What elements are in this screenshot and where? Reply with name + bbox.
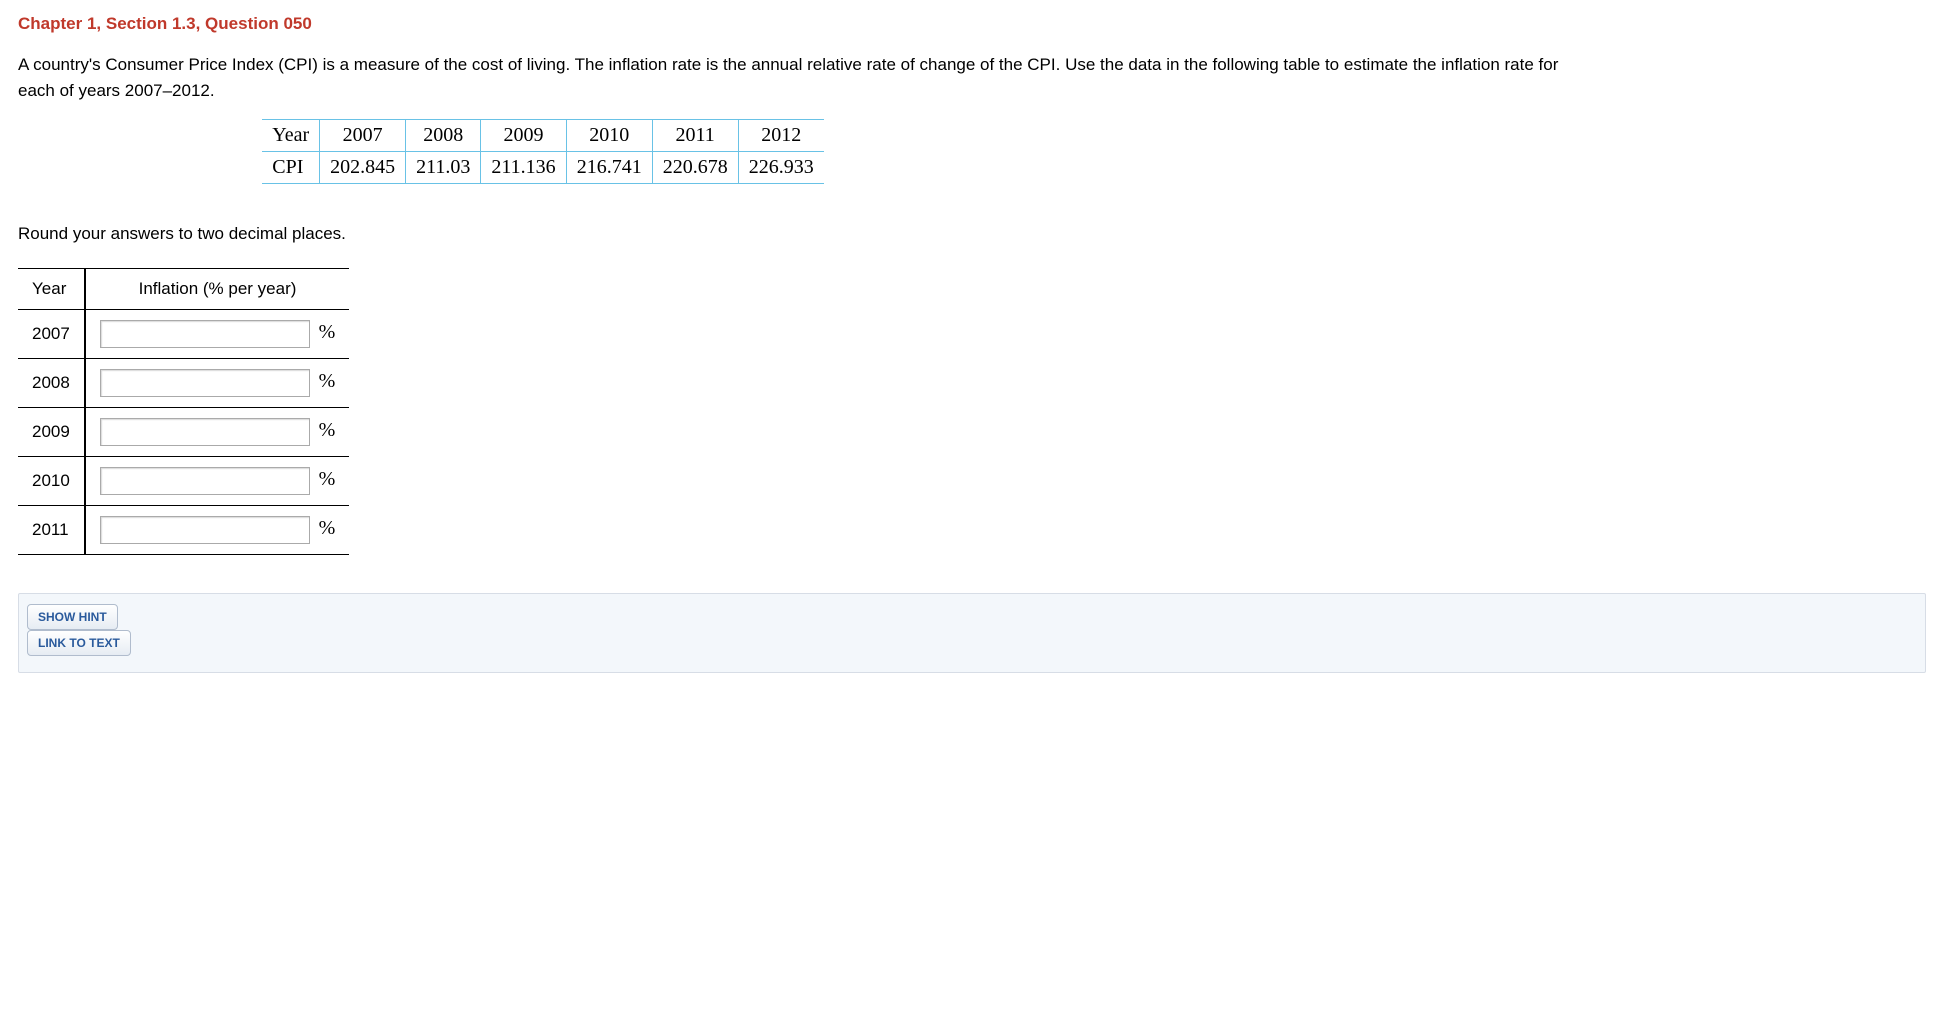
footer-panel: SHOW HINT LINK TO TEXT xyxy=(18,593,1926,673)
cpi-value-cell: 226.933 xyxy=(738,152,824,184)
cpi-row-values: CPI 202.845 211.03 211.136 216.741 220.6… xyxy=(262,152,823,184)
inflation-input-2011[interactable] xyxy=(100,516,310,544)
answer-header-inflation: Inflation (% per year) xyxy=(85,269,349,310)
answer-input-cell: % xyxy=(85,506,349,555)
cpi-year-cell: 2010 xyxy=(566,120,652,152)
cpi-year-cell: 2007 xyxy=(320,120,406,152)
cpi-row-years: Year 2007 2008 2009 2010 2011 2012 xyxy=(262,120,823,152)
cpi-value-cell: 216.741 xyxy=(566,152,652,184)
inflation-input-2010[interactable] xyxy=(100,467,310,495)
inflation-input-2007[interactable] xyxy=(100,320,310,348)
answer-year-cell: 2010 xyxy=(18,457,85,506)
show-hint-button[interactable]: SHOW HINT xyxy=(27,604,118,630)
answer-header-row: Year Inflation (% per year) xyxy=(18,269,349,310)
answer-input-cell: % xyxy=(85,408,349,457)
cpi-year-cell: 2009 xyxy=(481,120,566,152)
cpi-value-label: CPI xyxy=(262,152,319,184)
question-description: A country's Consumer Price Index (CPI) i… xyxy=(18,52,1578,103)
inflation-input-2008[interactable] xyxy=(100,369,310,397)
answer-row: 2011 % xyxy=(18,506,349,555)
answer-header-year: Year xyxy=(18,269,85,310)
cpi-value-cell: 211.03 xyxy=(406,152,481,184)
link-to-text-button[interactable]: LINK TO TEXT xyxy=(27,630,131,656)
answer-year-cell: 2011 xyxy=(18,506,85,555)
cpi-value-cell: 202.845 xyxy=(320,152,406,184)
cpi-year-cell: 2011 xyxy=(652,120,738,152)
percent-unit: % xyxy=(319,517,336,539)
answer-row: 2009 % xyxy=(18,408,349,457)
answer-year-cell: 2007 xyxy=(18,310,85,359)
answer-input-cell: % xyxy=(85,359,349,408)
answer-row: 2008 % xyxy=(18,359,349,408)
percent-unit: % xyxy=(319,468,336,490)
cpi-year-label: Year xyxy=(262,120,319,152)
question-title: Chapter 1, Section 1.3, Question 050 xyxy=(18,14,1926,34)
cpi-year-cell: 2008 xyxy=(406,120,481,152)
cpi-value-cell: 220.678 xyxy=(652,152,738,184)
answer-year-cell: 2008 xyxy=(18,359,85,408)
cpi-value-cell: 211.136 xyxy=(481,152,566,184)
answer-row: 2007 % xyxy=(18,310,349,359)
answer-year-cell: 2009 xyxy=(18,408,85,457)
cpi-table: Year 2007 2008 2009 2010 2011 2012 CPI 2… xyxy=(262,119,823,184)
cpi-year-cell: 2012 xyxy=(738,120,824,152)
cpi-table-wrap: Year 2007 2008 2009 2010 2011 2012 CPI 2… xyxy=(18,119,1068,184)
answer-table: Year Inflation (% per year) 2007 % 2008 … xyxy=(18,268,349,555)
answer-row: 2010 % xyxy=(18,457,349,506)
rounding-instruction: Round your answers to two decimal places… xyxy=(18,224,1926,244)
percent-unit: % xyxy=(319,419,336,441)
percent-unit: % xyxy=(319,321,336,343)
answer-input-cell: % xyxy=(85,457,349,506)
inflation-input-2009[interactable] xyxy=(100,418,310,446)
answer-input-cell: % xyxy=(85,310,349,359)
percent-unit: % xyxy=(319,370,336,392)
